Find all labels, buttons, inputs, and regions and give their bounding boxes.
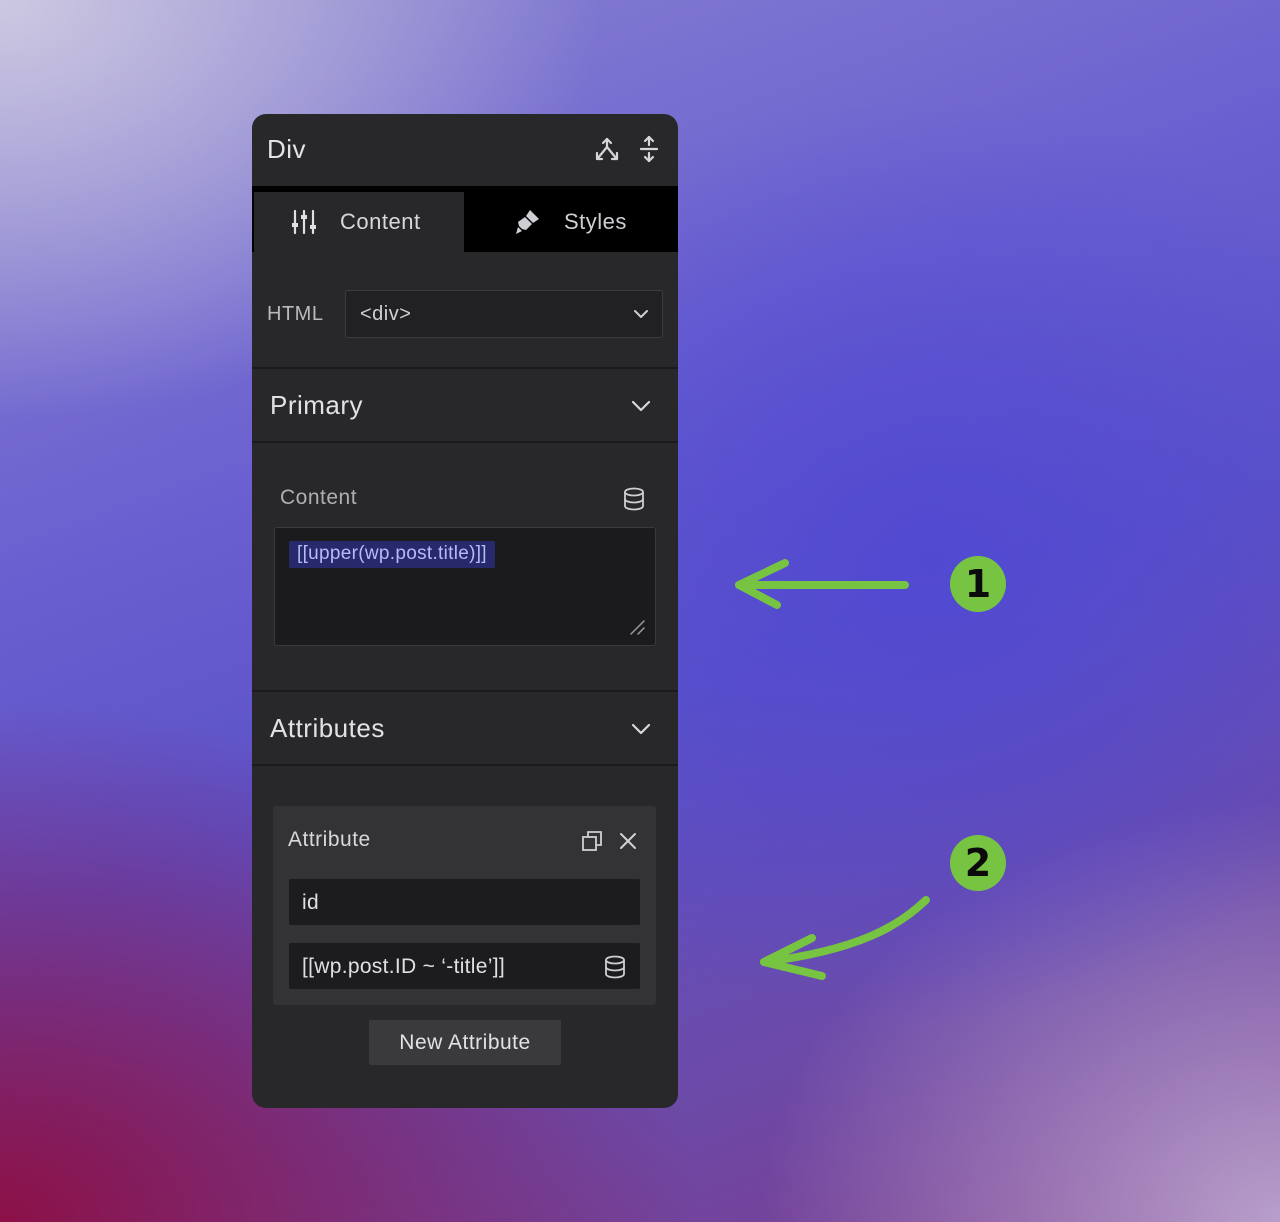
- attribute-value-input[interactable]: [[wp.post.ID ~ ‘-title’]]: [289, 943, 640, 989]
- section-primary-header[interactable]: Primary: [252, 369, 678, 441]
- brush-icon: [516, 210, 539, 234]
- tab-styles-label: Styles: [564, 209, 627, 234]
- attribute-name-value: id: [302, 891, 319, 914]
- html-tag-value: <div>: [360, 303, 412, 325]
- section-attributes-title: Attributes: [270, 713, 385, 743]
- move-icon[interactable]: [634, 134, 664, 164]
- tab-styles[interactable]: Styles: [464, 192, 676, 252]
- content-field-label: Content: [280, 486, 358, 509]
- tab-content-label: Content: [340, 209, 421, 234]
- html-tag-select[interactable]: <div>: [345, 290, 663, 338]
- html-tag-row: HTML <div>: [252, 290, 678, 338]
- panel-header: Div: [252, 114, 678, 186]
- close-icon[interactable]: [618, 831, 638, 851]
- resize-handle-icon[interactable]: [629, 619, 645, 635]
- divider: [252, 441, 678, 443]
- attribute-title: Attribute: [288, 828, 371, 851]
- new-attribute-button[interactable]: New Attribute: [369, 1020, 561, 1065]
- panel-title: Div: [267, 134, 307, 164]
- section-primary-title: Primary: [270, 390, 364, 420]
- callout-arrow-1: [735, 559, 909, 609]
- content-textarea[interactable]: [[upper(wp.post.title)]]: [274, 527, 656, 646]
- database-icon[interactable]: [623, 487, 645, 511]
- attribute-name-input[interactable]: id: [289, 879, 640, 925]
- structure-icon[interactable]: [592, 134, 622, 164]
- chevron-down-icon: [631, 400, 651, 412]
- callout-arrow-2: [760, 896, 930, 980]
- element-panel: Div Content Styles HTML <div> Primary Co…: [252, 114, 678, 1108]
- tab-content[interactable]: Content: [254, 192, 464, 252]
- section-attributes-header[interactable]: Attributes: [252, 692, 678, 764]
- database-icon[interactable]: [604, 955, 626, 979]
- attribute-value-text: [[wp.post.ID ~ ‘-title’]]: [302, 955, 505, 978]
- attribute-card: Attribute id [[wp.post.ID ~ ‘-title’]]: [273, 806, 656, 1005]
- chevron-down-icon: [634, 310, 648, 318]
- divider: [252, 764, 678, 766]
- sliders-icon: [292, 209, 316, 235]
- callout-badge-2: 2: [950, 835, 1006, 891]
- tab-bar: Content Styles: [252, 186, 678, 252]
- html-label: HTML: [267, 303, 324, 325]
- duplicate-icon[interactable]: [581, 830, 603, 852]
- chevron-down-icon: [631, 723, 651, 735]
- dynamic-data-token: [[upper(wp.post.title)]]: [289, 541, 495, 568]
- callout-badge-1: 1: [950, 556, 1006, 612]
